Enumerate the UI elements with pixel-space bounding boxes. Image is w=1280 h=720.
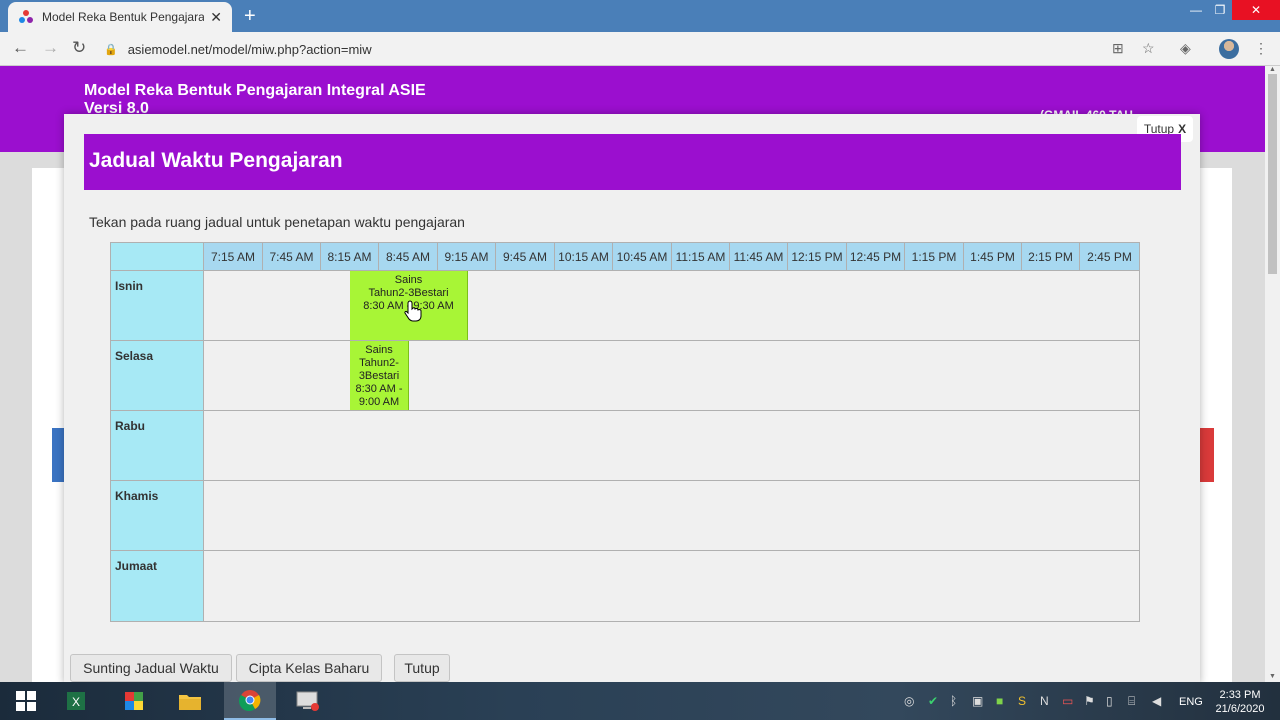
background-red-block	[1200, 428, 1214, 482]
tray-shield-icon[interactable]: ✔	[928, 694, 938, 708]
day-label-selasa: Selasa	[111, 341, 204, 411]
url-field[interactable]: 🔒 asiemodel.net/model/miw.php?action=miw	[104, 36, 1172, 62]
windows-icon	[16, 691, 36, 711]
tray-usb-icon[interactable]: ▯	[1106, 694, 1113, 708]
lock-icon: 🔒	[104, 43, 118, 56]
menu-dots-icon[interactable]: ⋮	[1254, 40, 1268, 57]
minimize-icon[interactable]: —	[1184, 0, 1208, 20]
bookmark-star-icon[interactable]: ☆	[1142, 40, 1155, 57]
hand-pointer-icon	[404, 300, 422, 322]
scroll-up-icon[interactable]: ▲	[1269, 66, 1276, 73]
site-favicon-icon	[18, 9, 34, 25]
time-header: 9:45 AM	[496, 243, 555, 271]
time-header: 11:45 AM	[730, 243, 788, 271]
close-tab-icon[interactable]: ✕	[210, 9, 222, 26]
timetable-corner-cell	[111, 243, 204, 271]
timetable-row-selasa[interactable]	[204, 341, 1139, 411]
start-button[interactable]	[0, 682, 52, 720]
excel-icon: X	[67, 692, 85, 710]
taskbar-chrome[interactable]	[224, 682, 276, 720]
time-header: 12:15 PM	[788, 243, 847, 271]
input-language[interactable]: ENG	[1179, 696, 1203, 708]
forward-icon[interactable]: →	[42, 38, 59, 58]
taskbar-paint[interactable]	[108, 682, 160, 720]
browser-tab-bar: Model Reka Bentuk Pengajaran I ✕ + — ❐ ✕	[0, 0, 1280, 32]
taskbar-explorer[interactable]	[164, 682, 216, 720]
scroll-down-icon[interactable]: ▼	[1269, 673, 1276, 680]
time-header: 1:15 PM	[905, 243, 964, 271]
time-header: 2:15 PM	[1022, 243, 1080, 271]
back-icon[interactable]: ←	[12, 38, 29, 58]
paint-icon	[125, 692, 143, 710]
url-text: asiemodel.net/model/miw.php?action=miw	[127, 41, 372, 57]
day-label-khamis: Khamis	[111, 481, 204, 551]
time-header: 1:45 PM	[964, 243, 1022, 271]
tab-title: Model Reka Bentuk Pengajaran I	[42, 10, 205, 24]
system-clock[interactable]: 2:33 PM 21/6/2020	[1212, 688, 1268, 716]
time-header: 10:15 AM	[555, 243, 613, 271]
timetable-row-isnin[interactable]	[204, 271, 1139, 341]
time-header: 8:45 AM	[379, 243, 438, 271]
tray-flag-icon[interactable]: ⚑	[1084, 694, 1095, 708]
page-scrollbar[interactable]: ▲ ▼	[1265, 66, 1280, 682]
day-label-jumaat: Jumaat	[111, 551, 204, 621]
time-header: 7:15 AM	[204, 243, 263, 271]
extension-icon[interactable]: ◈	[1180, 40, 1191, 57]
create-class-button[interactable]: Cipta Kelas Baharu	[236, 654, 382, 682]
site-title: Model Reka Bentuk Pengajaran Integral AS…	[84, 82, 426, 117]
timetable-row-khamis[interactable]	[204, 481, 1139, 551]
scrollbar-thumb[interactable]	[1268, 74, 1277, 274]
tray-s-icon[interactable]: S	[1018, 694, 1026, 708]
time-header: 9:15 AM	[438, 243, 496, 271]
time-header: 7:45 AM	[263, 243, 321, 271]
dialog-title: Jadual Waktu Pengajaran	[89, 149, 343, 172]
time-header: 2:45 PM	[1080, 243, 1139, 271]
day-label-isnin: Isnin	[111, 271, 204, 341]
timetable-grid: 7:15 AM 7:45 AM 8:15 AM 8:45 AM 9:15 AM …	[110, 242, 1140, 622]
tray-monitor-icon[interactable]: ▭	[1062, 694, 1073, 708]
new-tab-icon[interactable]: +	[244, 5, 256, 28]
day-label-rabu: Rabu	[111, 411, 204, 481]
tray-app-icon[interactable]: ◎	[904, 694, 914, 708]
close-button[interactable]: Tutup	[394, 654, 450, 682]
tray-nvidia-icon[interactable]: ■	[996, 694, 1003, 708]
timetable-row-rabu[interactable]	[204, 411, 1139, 481]
dialog-header: Jadual Waktu Pengajaran	[84, 134, 1181, 190]
svg-text:X: X	[72, 695, 80, 709]
taskbar-excel[interactable]: X	[50, 682, 102, 720]
reload-icon[interactable]: ↻	[72, 38, 86, 58]
screen-recorder-icon	[296, 691, 319, 711]
time-header: 12:45 PM	[847, 243, 905, 271]
background-blue-block	[52, 428, 64, 482]
tray-device-icon[interactable]: ▣	[972, 694, 983, 708]
address-bar: ← → ↻ 🔒 asiemodel.net/model/miw.php?acti…	[0, 32, 1280, 66]
bluetooth-icon[interactable]: ᛒ	[950, 694, 957, 708]
time-header: 10:45 AM	[613, 243, 672, 271]
edit-timetable-button[interactable]: Sunting Jadual Waktu	[70, 654, 232, 682]
volume-icon[interactable]: ◀	[1152, 694, 1161, 708]
instruction-text: Tekan pada ruang jadual untuk penetapan …	[89, 214, 465, 230]
timetable-slot-selasa[interactable]: Sains Tahun2- 3Bestari 8:30 AM - 9:00 AM	[350, 341, 409, 410]
folder-icon	[179, 695, 201, 710]
translate-icon[interactable]: ⊞	[1112, 40, 1124, 57]
tray-n-icon[interactable]: N	[1040, 694, 1049, 708]
chrome-icon	[239, 690, 261, 711]
profile-avatar[interactable]	[1219, 39, 1239, 59]
time-header: 8:15 AM	[321, 243, 379, 271]
timetable-row-jumaat[interactable]	[204, 551, 1139, 621]
restore-icon[interactable]: ❐	[1208, 0, 1232, 20]
browser-tab[interactable]: Model Reka Bentuk Pengajaran I ✕	[8, 2, 232, 32]
network-icon[interactable]: ⌸	[1128, 694, 1135, 709]
taskbar-recorder[interactable]	[282, 682, 334, 720]
window-close-icon[interactable]: ✕	[1232, 0, 1280, 20]
time-header: 11:15 AM	[672, 243, 730, 271]
